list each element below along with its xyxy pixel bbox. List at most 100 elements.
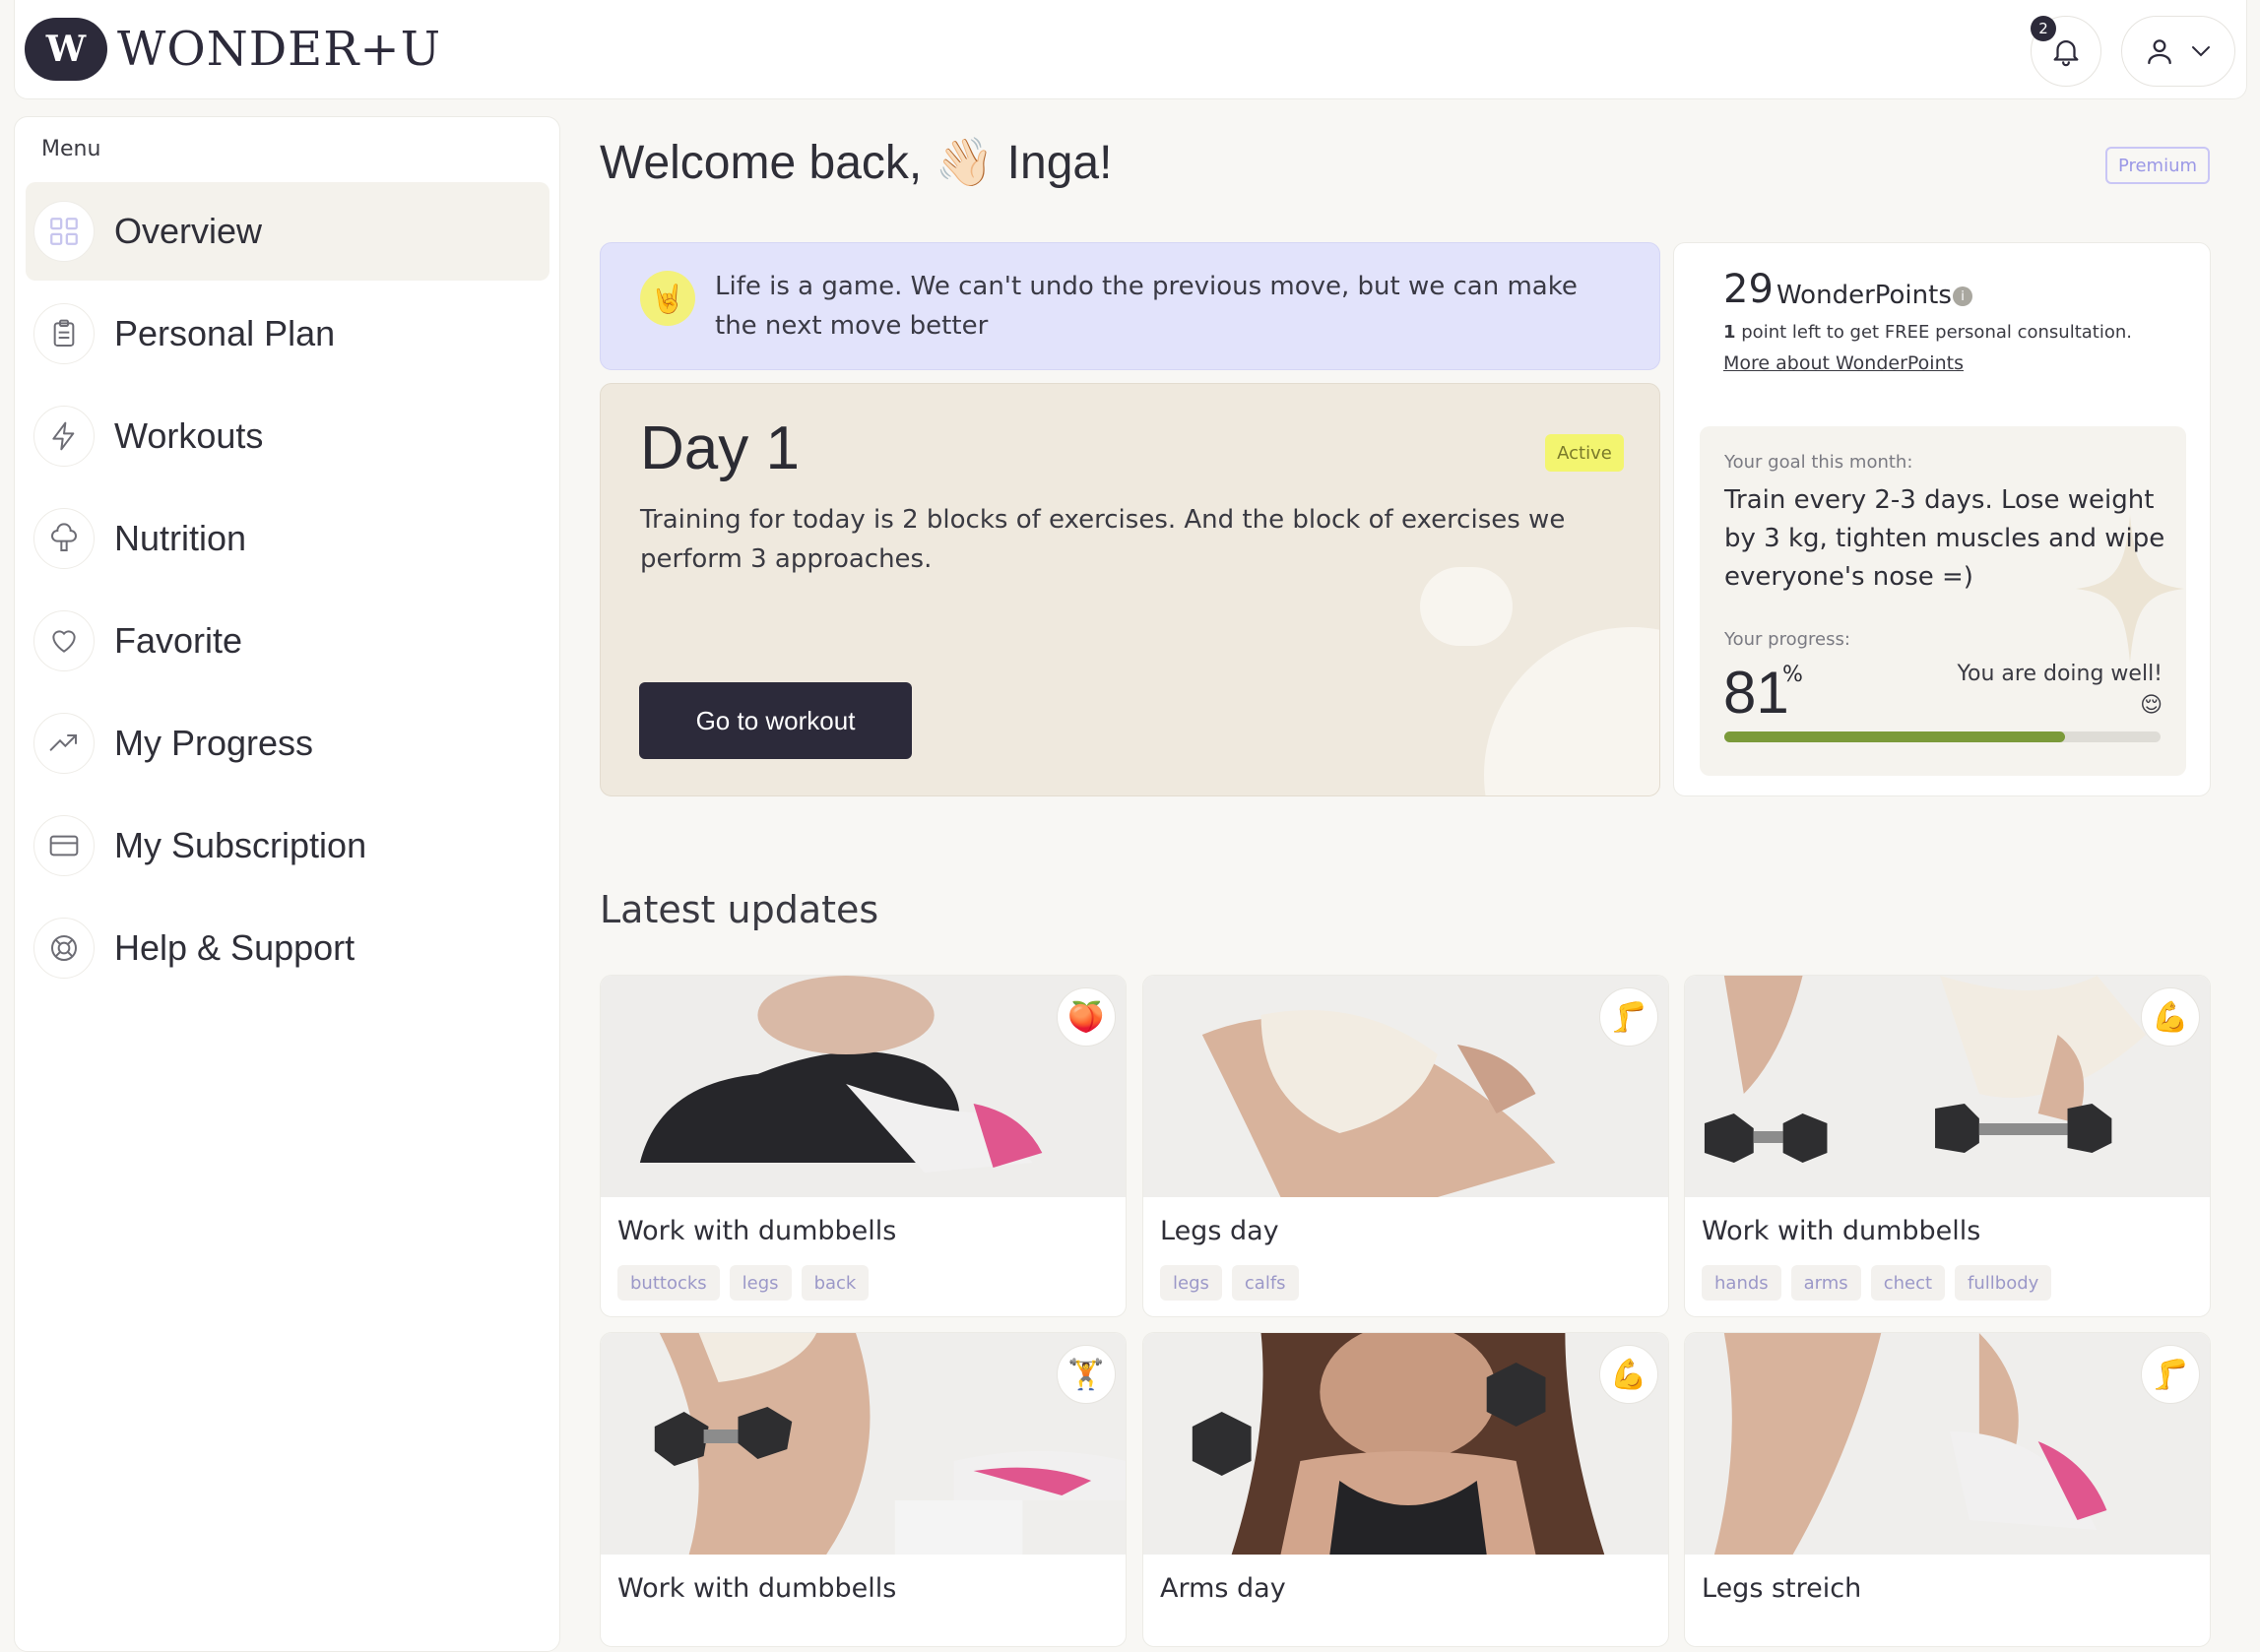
progress-value: 81 [1723, 660, 1789, 726]
sidebar-item-nutrition[interactable]: Nutrition [26, 489, 549, 588]
leg-icon: 🦵 [1599, 987, 1658, 1047]
heart-icon [33, 610, 95, 671]
workout-photo [1143, 976, 1668, 1197]
logo-text: WONDER+U [117, 22, 442, 77]
rock-hand-icon: 🤘 [640, 271, 695, 326]
sidebar-item-favorite[interactable]: Favorite [26, 592, 549, 690]
flexed-biceps-icon: 💪 [1599, 1345, 1658, 1404]
bell-icon [2053, 40, 2079, 67]
update-card[interactable]: 🍑 Work with dumbbells buttocks legs back [600, 975, 1127, 1317]
day-title: Day 1 [640, 414, 800, 482]
sidebar: Menu Overview Personal Plan Workouts Nut… [14, 116, 560, 1652]
credit-card-icon [33, 815, 95, 876]
leg-icon: 🦵 [2141, 1345, 2200, 1404]
flexed-biceps-icon: 💪 [2141, 987, 2200, 1047]
progress-bar-fill [1724, 731, 2065, 742]
update-card[interactable]: 🏋️ Work with dumbbells [600, 1332, 1127, 1647]
tag[interactable]: back [801, 1265, 870, 1301]
page-title: Welcome back, 👋🏻 Inga! [600, 137, 1113, 189]
user-icon [2148, 39, 2171, 65]
day-description: Training for today is 2 blocks of exerci… [640, 505, 1566, 574]
quote-text: Life is a game. We can't undo the previo… [715, 272, 1578, 341]
chevron-down-icon [2192, 46, 2210, 57]
points-note: 1 point left to get FREE personal consul… [1723, 322, 2132, 343]
workout-day-card: Day 1 Active Training for today is 2 blo… [600, 383, 1660, 796]
card-tags: legs calfs [1160, 1265, 1299, 1301]
menu-label: Menu [41, 137, 101, 161]
info-icon[interactable]: i [1953, 286, 1972, 306]
workout-photo [601, 976, 1126, 1197]
trend-up-icon [33, 713, 95, 774]
grid-icon [33, 201, 95, 262]
sidebar-item-help-support[interactable]: Help & Support [26, 899, 549, 997]
sidebar-item-label: Personal Plan [114, 313, 336, 353]
tag[interactable]: hands [1702, 1265, 1781, 1301]
progress-unit: % [1782, 663, 1803, 687]
card-title: Work with dumbbells [617, 1216, 897, 1246]
sidebar-item-label: Overview [114, 211, 263, 251]
card-title: Legs day [1160, 1216, 1279, 1246]
update-card[interactable]: 💪 Work with dumbbells hands arms chect f… [1684, 975, 2211, 1317]
progress-bar [1724, 731, 2161, 742]
top-header: W WONDER+U [14, 0, 2247, 99]
tag[interactable]: fullbody [1955, 1265, 2052, 1301]
tag[interactable]: legs [1160, 1265, 1222, 1301]
sidebar-item-label: Workouts [114, 415, 264, 456]
peach-icon: 🍑 [1057, 987, 1116, 1047]
sidebar-item-personal-plan[interactable]: Personal Plan [26, 285, 549, 383]
update-card[interactable]: 🦵 Legs day legs calfs [1142, 975, 1669, 1317]
sidebar-item-label: My Subscription [114, 825, 367, 865]
points-value: 29 [1723, 267, 1774, 312]
workout-photo [1685, 976, 2210, 1197]
tag[interactable]: arms [1790, 1265, 1861, 1301]
card-title: Legs streich [1702, 1573, 1862, 1604]
goal-box: Your goal this month: Train every 2-3 da… [1700, 426, 2186, 776]
card-tags: buttocks legs back [617, 1265, 870, 1301]
points-note-text: point left to get FREE personal consulta… [1735, 322, 2132, 343]
points-label: WonderPoints [1776, 281, 1952, 310]
more-about-wonderpoints-link[interactable]: More about WonderPoints [1723, 352, 1964, 374]
sidebar-item-label: Favorite [114, 620, 243, 661]
notification-count-badge: 2 [2031, 16, 2056, 41]
user-menu-button[interactable] [2121, 16, 2235, 87]
wonderpoints-card: 29 WonderPoints i 1 point left to get FR… [1673, 242, 2211, 796]
premium-badge[interactable]: Premium [2105, 147, 2210, 184]
progress-message: You are doing well! 😌 [1957, 662, 2163, 718]
goal-label: Your goal this month: [1724, 452, 1913, 473]
sidebar-item-my-subscription[interactable]: My Subscription [26, 796, 549, 895]
broccoli-icon [33, 508, 95, 569]
card-title: Work with dumbbells [617, 1573, 897, 1604]
workout-photo [1685, 1333, 2210, 1555]
progress-label: Your progress: [1724, 629, 1850, 650]
sidebar-item-label: Help & Support [114, 927, 355, 968]
latest-updates-heading: Latest updates [600, 888, 879, 931]
card-title: Work with dumbbells [1702, 1216, 1981, 1246]
tag[interactable]: buttocks [617, 1265, 720, 1301]
lifebuoy-icon [33, 918, 95, 979]
clipboard-icon [33, 303, 95, 364]
quote-banner: 🤘 Life is a game. We can't undo the prev… [600, 242, 1660, 370]
logo[interactable]: W WONDER+U [25, 18, 441, 81]
sidebar-item-my-progress[interactable]: My Progress [26, 694, 549, 793]
card-title: Arms day [1160, 1573, 1286, 1604]
tag[interactable]: legs [729, 1265, 792, 1301]
workout-photo [1143, 1333, 1668, 1555]
sidebar-item-label: My Progress [114, 723, 314, 763]
status-badge: Active [1545, 434, 1624, 472]
sidebar-item-workouts[interactable]: Workouts [26, 387, 549, 485]
weightlifter-icon: 🏋️ [1057, 1345, 1116, 1404]
update-card[interactable]: 🦵 Legs streich [1684, 1332, 2211, 1647]
logo-mark: W [25, 18, 107, 81]
go-to-workout-button[interactable]: Go to workout [639, 682, 912, 759]
tag[interactable]: calfs [1231, 1265, 1299, 1301]
points-note-count: 1 [1723, 322, 1736, 343]
sidebar-item-overview[interactable]: Overview [26, 182, 549, 281]
tag[interactable]: chect [1870, 1265, 1946, 1301]
decorative-circle [1484, 627, 1659, 795]
sidebar-item-label: Nutrition [114, 518, 247, 558]
update-card[interactable]: 💪 Arms day [1142, 1332, 1669, 1647]
lightning-icon [33, 406, 95, 467]
goal-text: Train every 2-3 days. Lose weight by 3 k… [1724, 485, 2165, 592]
card-tags: hands arms chect fullbody [1702, 1265, 2052, 1301]
workout-photo [601, 1333, 1126, 1555]
